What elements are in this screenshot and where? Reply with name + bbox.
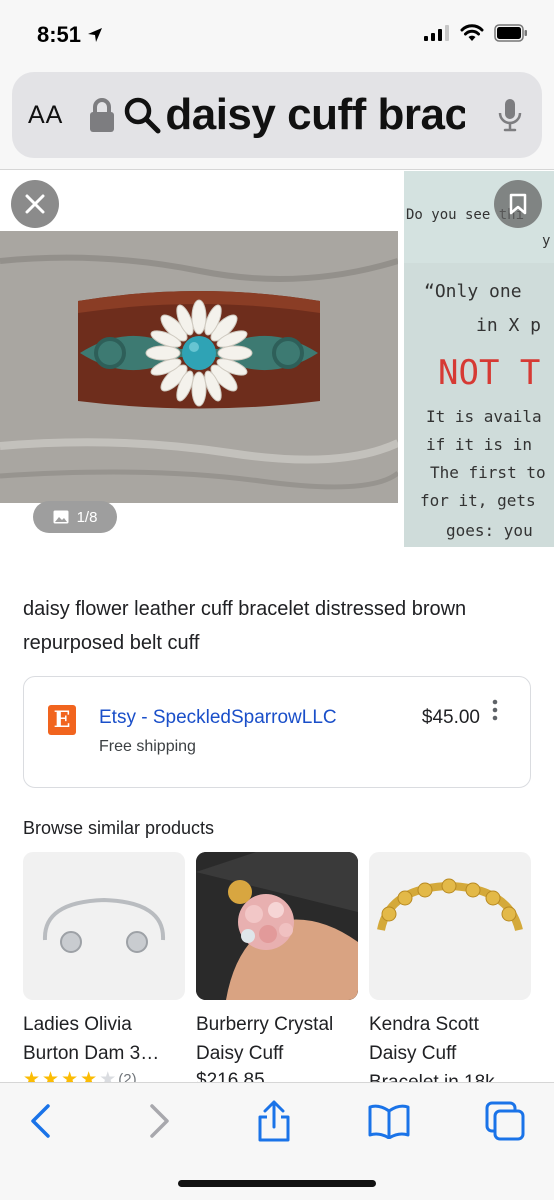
similar-item-title-line: Daisy Cuff — [196, 1043, 284, 1064]
side-line-7: if it is in — [426, 435, 532, 454]
product-thumbnail[interactable] — [23, 852, 185, 1000]
text-size-button[interactable]: AA — [28, 101, 63, 130]
star-icon: ★ — [23, 1069, 41, 1082]
star-rating: ★ ★ ★ ★ ★ (2) — [23, 1070, 185, 1082]
silver-cuff-image — [42, 897, 166, 953]
tabs-button[interactable] — [483, 1099, 527, 1143]
gold-cuff-image — [377, 878, 523, 932]
similar-item-title: Kendra Scott Daisy Cuff Bracelet in 18k… — [369, 1010, 531, 1082]
lock-icon — [90, 98, 115, 132]
similar-item-title-line: Burton Dam 3… — [23, 1043, 160, 1064]
bracelet-photo — [0, 231, 398, 503]
secondary-image[interactable]: Do you see thi y “Only one in X p NOT T … — [404, 171, 554, 547]
save-button[interactable] — [494, 180, 542, 228]
side-line-2: y — [542, 233, 551, 249]
similar-product-item[interactable]: Kendra Scott Daisy Cuff Bracelet in 18k… — [369, 852, 531, 1082]
bookmarks-button[interactable] — [367, 1099, 411, 1143]
search-query-text: daisy cuff brac — [165, 90, 466, 139]
image-counter-label: 1/8 — [76, 508, 98, 526]
more-options-icon[interactable] — [490, 699, 500, 721]
image-counter: 1/8 — [33, 501, 117, 533]
forward-icon — [150, 1104, 169, 1138]
star-icon: ★ — [61, 1069, 79, 1082]
tabs-icon — [485, 1101, 525, 1141]
star-empty-icon: ★ — [99, 1069, 117, 1082]
address-area: AA daisy cuff brac — [0, 66, 554, 170]
cellular-signal-icon — [424, 25, 449, 41]
side-line-3: “Only one — [424, 281, 522, 302]
side-line-9: for it, gets — [420, 491, 536, 510]
side-line-10: goes: you — [446, 521, 533, 540]
bookmark-icon — [509, 193, 527, 215]
product-price: $45.00 — [421, 707, 480, 728]
similar-item-title-line: Bracelet in 18k… — [369, 1068, 529, 1082]
close-icon — [25, 194, 45, 214]
home-indicator[interactable] — [178, 1180, 376, 1187]
side-line-6: It is availa — [426, 407, 542, 426]
star-half-icon: ★ — [80, 1069, 98, 1082]
bookmarks-icon — [368, 1104, 410, 1139]
similar-product-item[interactable]: Ladies Olivia Burton Dam 3… ★ ★ ★ ★ ★ (2… — [23, 852, 185, 1082]
forward-button[interactable] — [138, 1099, 182, 1143]
similar-item-title: Burberry Crystal Daisy Cuff — [196, 1010, 358, 1068]
image-icon — [53, 510, 69, 524]
status-bar: 8:51 — [0, 0, 554, 66]
similar-item-title: Ladies Olivia Burton Dam 3… — [23, 1010, 185, 1068]
similar-item-title-line: Kendra Scott — [369, 1014, 479, 1035]
location-arrow-icon — [88, 28, 103, 42]
battery-icon — [494, 24, 527, 42]
side-line-4: in X p — [476, 315, 542, 336]
status-icons — [424, 24, 528, 42]
similar-product-item[interactable]: Burberry Crystal Daisy Cuff $216.85 — [196, 852, 358, 1082]
crystal-cuff-image — [196, 852, 358, 1000]
product-thumbnail[interactable] — [196, 852, 358, 1000]
side-line-8: The first to — [430, 463, 546, 482]
share-button[interactable] — [252, 1099, 296, 1143]
product-thumbnail[interactable] — [369, 852, 531, 1000]
rating-count: (2) — [118, 1071, 137, 1082]
seller-link[interactable]: Etsy - SpeckledSparrowLLC — [99, 707, 337, 729]
similar-item-title-line: Daisy Cuff — [369, 1043, 457, 1064]
microphone-icon[interactable] — [498, 98, 522, 132]
status-time: 8:51 — [37, 22, 103, 48]
similar-item-price: $216.85 — [196, 1070, 265, 1082]
similar-item-title-line: Ladies Olivia — [23, 1014, 132, 1035]
similar-products-list[interactable]: Ladies Olivia Burton Dam 3… ★ ★ ★ ★ ★ (2… — [23, 852, 554, 1082]
similar-item-title-line: Burberry Crystal — [196, 1014, 334, 1035]
close-button[interactable] — [11, 180, 59, 228]
product-title: daisy flower leather cuff bracelet distr… — [23, 598, 467, 654]
back-button[interactable] — [18, 1099, 62, 1143]
side-line-5: NOT T — [438, 353, 541, 393]
etsy-logo: E — [48, 705, 76, 735]
time-label: 8:51 — [37, 22, 82, 47]
share-icon — [258, 1100, 290, 1142]
product-image[interactable] — [0, 231, 398, 503]
star-icon: ★ — [42, 1069, 60, 1082]
wifi-icon — [460, 24, 484, 41]
shipping-info: Free shipping — [99, 738, 196, 755]
back-icon — [31, 1104, 50, 1138]
browse-similar-heading: Browse similar products — [23, 818, 215, 838]
address-bar[interactable]: AA daisy cuff brac — [12, 72, 542, 158]
seller-card[interactable]: E Etsy - SpeckledSparrowLLC Free shippin… — [23, 676, 531, 788]
search-icon — [125, 97, 161, 134]
image-carousel[interactable]: Do you see thi y “Only one in X p NOT T … — [0, 171, 554, 567]
